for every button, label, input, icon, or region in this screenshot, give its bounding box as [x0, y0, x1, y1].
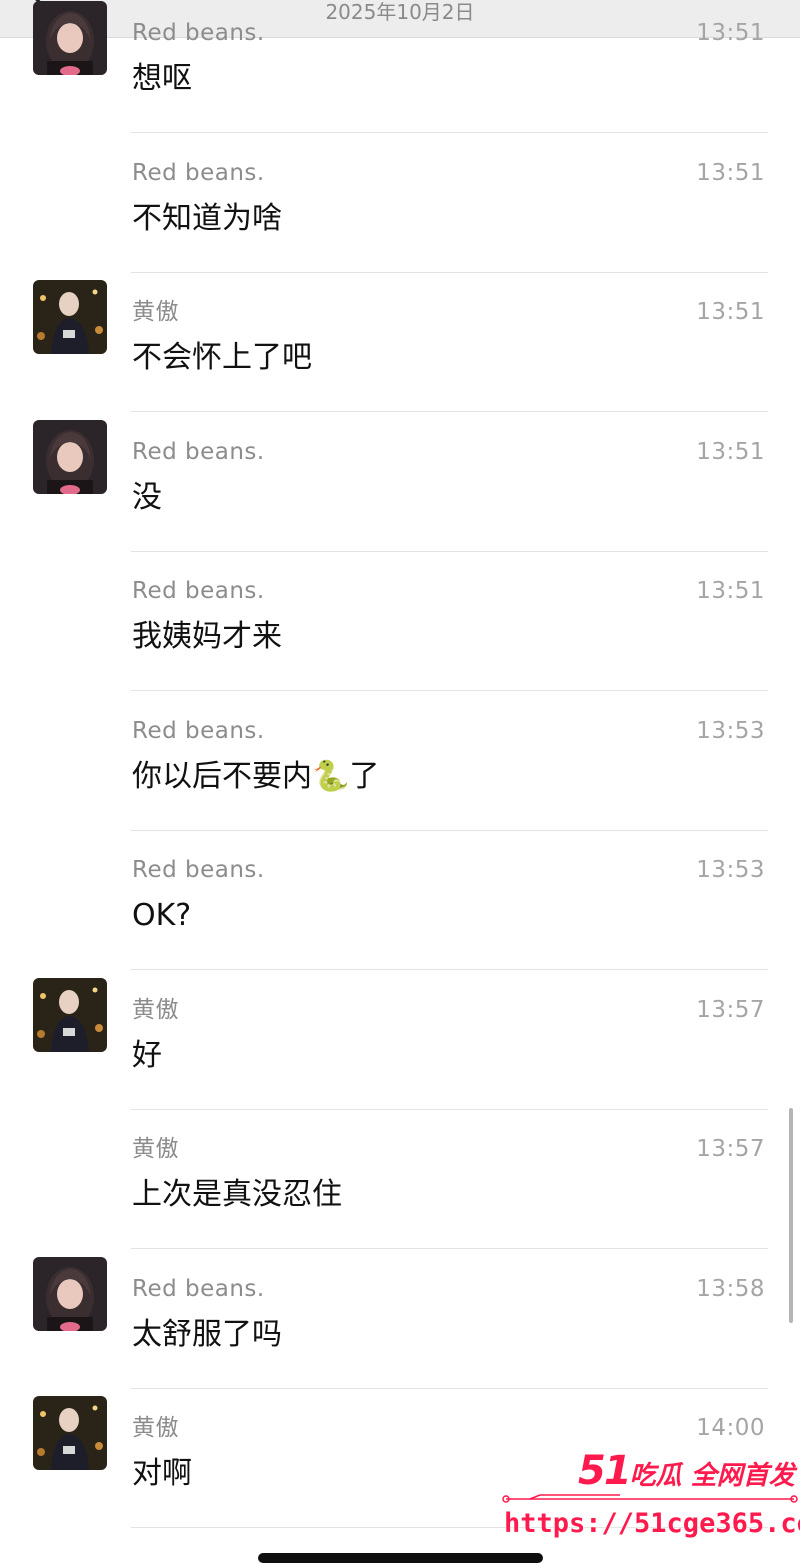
- sender-name: 黄傲: [132, 1136, 179, 1162]
- message-time: 13:53: [696, 857, 765, 883]
- message-row[interactable]: Red beans. 13:53 你以后不要内🐍了: [0, 651, 800, 831]
- watermark-slogan: 吃瓜 全网首发: [629, 1461, 795, 1491]
- message-time: 13:51: [696, 299, 765, 325]
- avatar[interactable]: [33, 1, 107, 75]
- message-row[interactable]: 黄傲 13:51 不会怀上了吧: [0, 232, 800, 412]
- message-row[interactable]: Red beans. 13:51 我姨妈才来: [0, 511, 800, 691]
- message-time: 13:57: [696, 1136, 765, 1162]
- message-row[interactable]: 黄傲 13:57 好: [0, 930, 800, 1110]
- sender-name: 黄傲: [132, 996, 179, 1023]
- sender-name: Red beans.: [132, 159, 265, 186]
- sender-name: 黄傲: [132, 299, 179, 325]
- message-text: 对啊: [132, 1456, 192, 1491]
- message-time: 13:53: [696, 717, 765, 744]
- sender-name: Red beans.: [132, 438, 265, 465]
- watermark: 51吃瓜 全网首发 https://51cge365.com: [500, 1451, 800, 1558]
- message-time: 13:51: [696, 159, 765, 186]
- avatar[interactable]: [33, 280, 107, 354]
- message-time: 13:51: [696, 20, 765, 46]
- watermark-number: 51: [578, 1448, 632, 1494]
- sender-name: Red beans.: [132, 1275, 265, 1302]
- avatar[interactable]: [33, 419, 107, 494]
- message-time: 13:58: [696, 1275, 765, 1302]
- avatar[interactable]: [33, 1256, 107, 1331]
- message-row[interactable]: Red beans. 13:58 太舒服了吗: [0, 1209, 800, 1389]
- sender-name: Red beans.: [132, 717, 265, 744]
- scrollbar[interactable]: [789, 1108, 793, 1323]
- avatar[interactable]: [33, 1396, 107, 1470]
- message-time: 14:00: [696, 1415, 765, 1441]
- message-row[interactable]: Red beans. 13:51 不知道为啥: [0, 93, 800, 273]
- home-indicator[interactable]: [258, 1553, 543, 1563]
- message-time: 13:51: [696, 438, 765, 465]
- sender-name: Red beans.: [132, 578, 265, 604]
- sender-name: 黄傲: [132, 1415, 179, 1441]
- message-row[interactable]: Red beans. 13:53 OK?: [0, 790, 800, 970]
- sender-name: Red beans.: [132, 857, 265, 883]
- avatar[interactable]: [33, 977, 107, 1052]
- message-time: 13:57: [696, 996, 765, 1023]
- watermark-url: https://51cge365.com: [504, 1508, 800, 1539]
- sender-name: Red beans.: [132, 20, 265, 46]
- watermark-logo: 51吃瓜 全网首发: [578, 1451, 795, 1495]
- message-time: 13:51: [696, 578, 765, 604]
- message-row[interactable]: 黄傲 13:57 上次是真没忍住: [0, 1069, 800, 1249]
- message-row[interactable]: Red beans. 13:51 想呕: [0, 0, 800, 133]
- message-row[interactable]: Red beans. 13:51 没: [0, 372, 800, 552]
- watermark-circuit-line: [502, 1494, 798, 1503]
